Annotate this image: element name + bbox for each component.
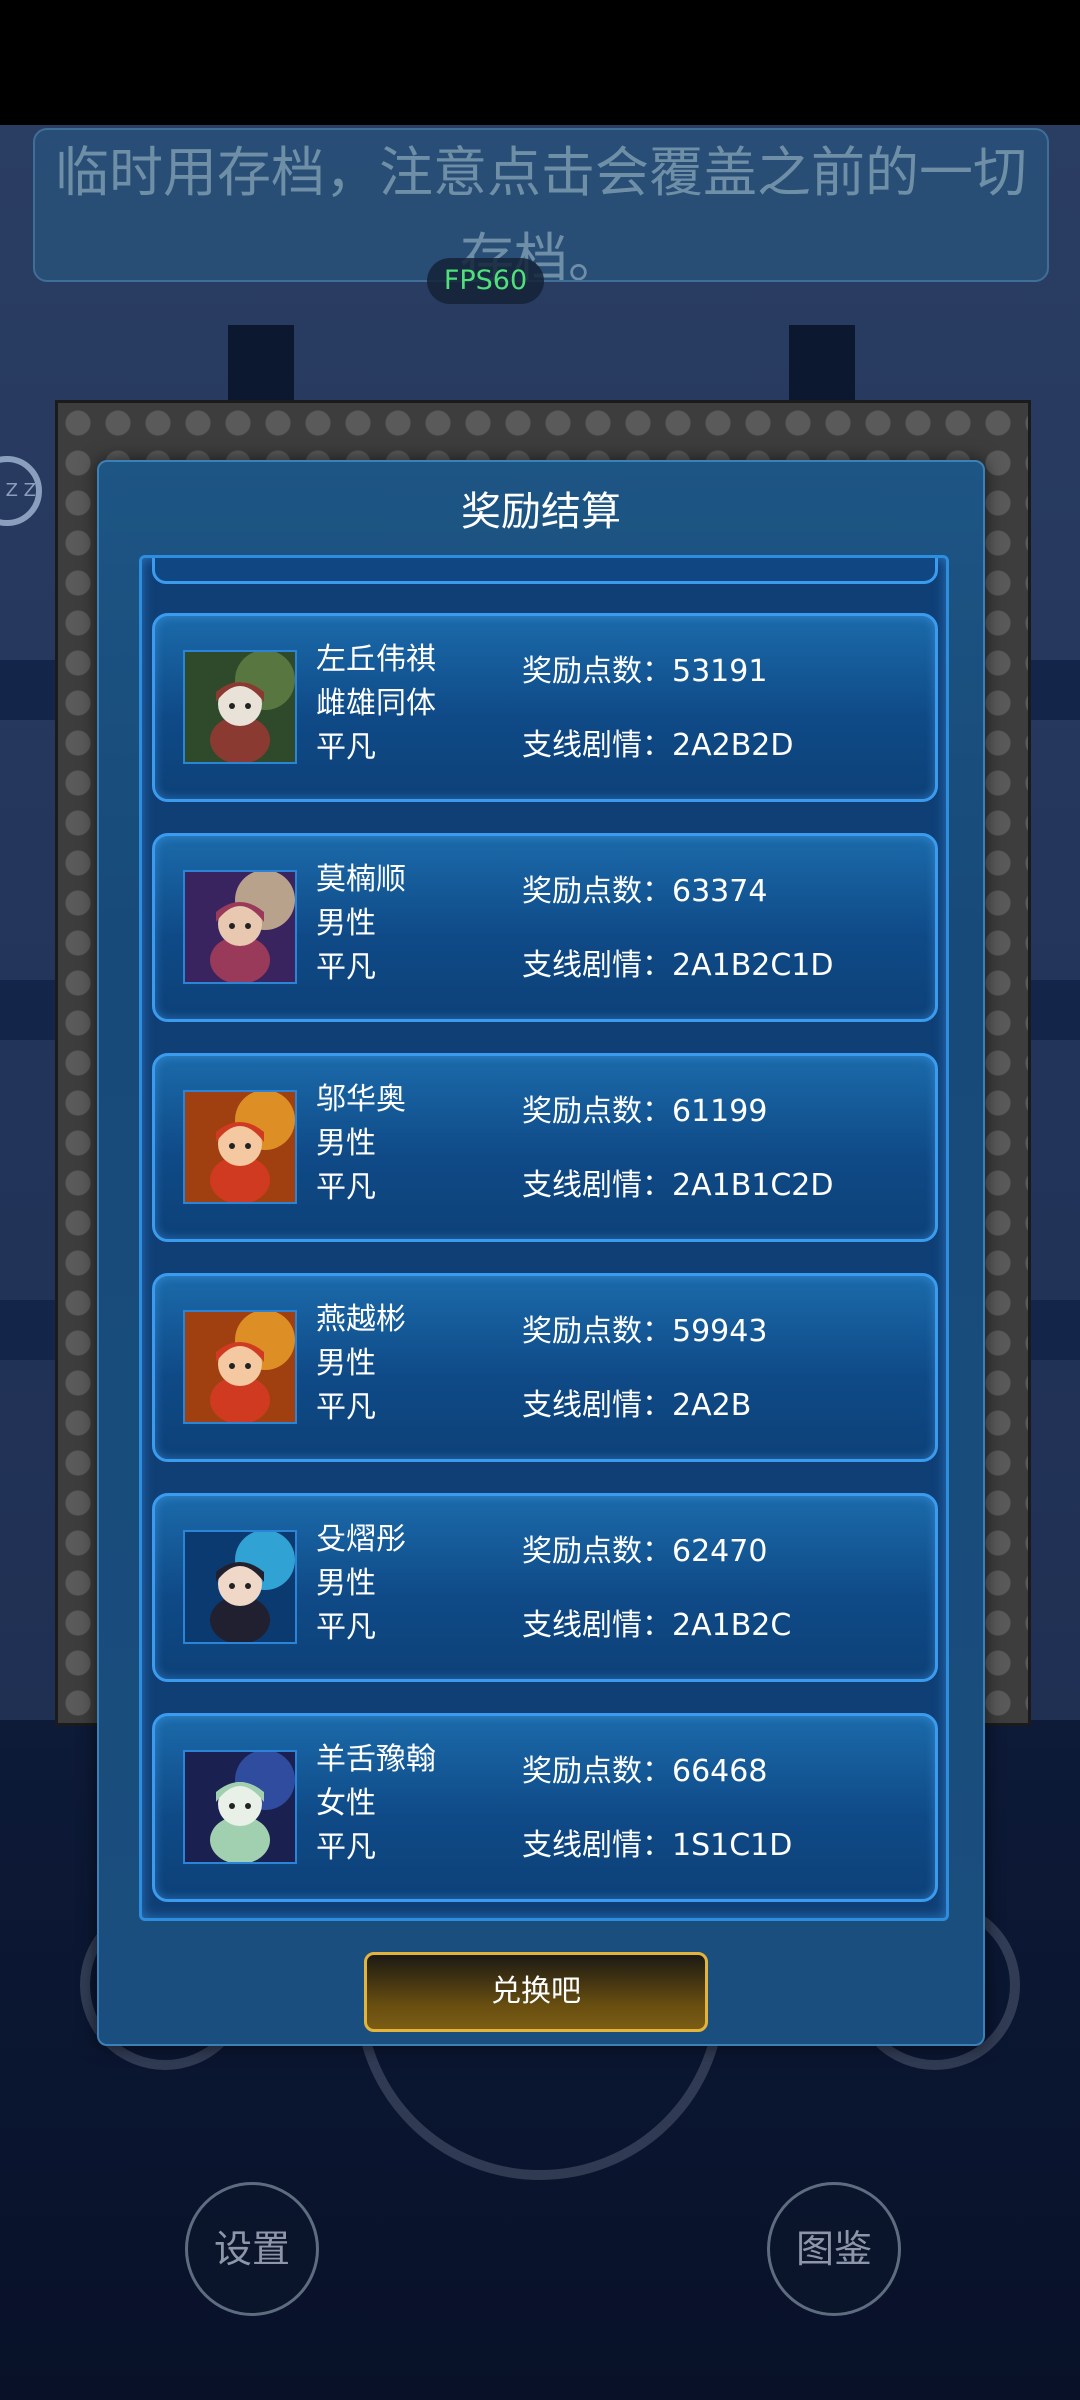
character-rank: 平凡 [316, 1170, 376, 1205]
side-story-value: 2A1B1C2D [672, 1168, 834, 1203]
reward-points-label: 奖励点数： [522, 1314, 672, 1349]
character-portrait [183, 1090, 297, 1204]
side-story-value: 2A1B2C [672, 1608, 792, 1643]
reward-list[interactable]: 左丘伟祺 雌雄同体 平凡 奖励点数：53191 支线剧情：2A2B2D 莫楠顺 男性 平凡 奖励… [139, 555, 949, 1921]
character-name: 羊舌豫翰 [316, 1742, 436, 1777]
reward-points-value: 66468 [672, 1754, 768, 1789]
reward-points-value: 61199 [672, 1094, 768, 1129]
side-story-value: 1S1C1D [672, 1828, 793, 1863]
reward-points-value: 63374 [672, 874, 768, 909]
reward-card[interactable]: 殳熠彤 男性 平凡 奖励点数：62470 支线剧情：2A1B2C [152, 1493, 938, 1682]
character-rank: 平凡 [316, 730, 376, 765]
character-portrait [183, 1750, 297, 1864]
reward-stats: 奖励点数：59943 支线剧情：2A2B [522, 1312, 767, 1460]
character-portrait [183, 870, 297, 984]
side-decoration [0, 1300, 60, 1360]
character-info: 莫楠顺 男性 平凡 [316, 858, 406, 990]
character-portrait [183, 650, 297, 764]
side-story-value: 2A2B [672, 1388, 752, 1423]
status-bar-area [0, 0, 1080, 125]
character-gender: 男性 [316, 1126, 376, 1161]
side-story-label: 支线剧情： [522, 1608, 672, 1643]
character-name: 莫楠顺 [316, 862, 406, 897]
reward-card[interactable]: 燕越彬 男性 平凡 奖励点数：59943 支线剧情：2A2B [152, 1273, 938, 1462]
list-item-partial [152, 558, 938, 584]
side-story-value: 2A1B2C1D [672, 948, 834, 983]
reward-points-label: 奖励点数： [522, 1754, 672, 1789]
character-name: 燕越彬 [316, 1302, 406, 1337]
character-name: 邬华奥 [316, 1082, 406, 1117]
reward-points-label: 奖励点数： [522, 1534, 672, 1569]
gate-pillar-left [228, 325, 294, 403]
side-story-label: 支线剧情： [522, 1388, 672, 1423]
reward-points-row: 奖励点数：62470 [522, 1532, 791, 1606]
character-info: 燕越彬 男性 平凡 [316, 1298, 406, 1430]
character-rank: 平凡 [316, 1390, 376, 1425]
character-gender: 男性 [316, 906, 376, 941]
reward-points-row: 奖励点数：53191 [522, 652, 793, 726]
side-story-row: 支线剧情：2A1B2C [522, 1606, 791, 1680]
reward-points-value: 59943 [672, 1314, 768, 1349]
character-name: 殳熠彤 [316, 1522, 406, 1557]
settings-button[interactable]: 设置 [185, 2182, 319, 2316]
reward-stats: 奖励点数：66468 支线剧情：1S1C1D [522, 1752, 792, 1900]
reward-points-value: 62470 [672, 1534, 768, 1569]
reward-stats: 奖励点数：62470 支线剧情：2A1B2C [522, 1532, 791, 1680]
reward-points-row: 奖励点数：61199 [522, 1092, 834, 1166]
reward-stats: 奖励点数：63374 支线剧情：2A1B2C1D [522, 872, 834, 1020]
character-info: 左丘伟祺雌雄同体平凡 [316, 638, 436, 770]
character-rank: 平凡 [316, 1610, 376, 1645]
side-story-label: 支线剧情： [522, 1828, 672, 1863]
character-info: 邬华奥 男性 平凡 [316, 1078, 406, 1210]
character-portrait [183, 1310, 297, 1424]
character-name: 左丘伟祺 [316, 642, 436, 677]
side-decoration [0, 660, 60, 720]
reward-stats: 奖励点数：53191 支线剧情：2A2B2D [522, 652, 793, 800]
side-story-value: 2A2B2D [672, 728, 794, 763]
side-story-row: 支线剧情：2A1B2C1D [522, 946, 834, 1020]
character-gender: 女性 [316, 1786, 376, 1821]
reward-points-value: 53191 [672, 654, 768, 689]
character-portrait [183, 1530, 297, 1644]
reward-points-label: 奖励点数： [522, 874, 672, 909]
reward-card[interactable]: 邬华奥 男性 平凡 奖励点数：61199 支线剧情：2A1B1C2D [152, 1053, 938, 1242]
reward-stats: 奖励点数：61199 支线剧情：2A1B1C2D [522, 1092, 834, 1240]
reward-card[interactable]: 左丘伟祺 雌雄同体 平凡 奖励点数：53191 支线剧情：2A2B2D [152, 613, 938, 802]
character-gender: 男性 [316, 1346, 376, 1381]
side-story-label: 支线剧情： [522, 728, 672, 763]
dialog-title: 奖励结算 [461, 489, 621, 535]
side-story-label: 支线剧情： [522, 948, 672, 983]
side-story-row: 支线剧情：2A1B1C2D [522, 1166, 834, 1240]
character-info: 羊舌豫翰 女性 平凡 [316, 1738, 436, 1870]
side-story-label: 支线剧情： [522, 1168, 672, 1203]
gate-pillar-right [789, 325, 855, 403]
reward-points-label: 奖励点数： [522, 1094, 672, 1129]
fps-counter: FPS60 [427, 258, 544, 304]
side-story-row: 支线剧情：2A2B [522, 1386, 767, 1460]
reward-settlement-dialog: 奖励结算 左丘伟祺 雌雄同体 平凡 奖励点数：53191 支线剧情：2A2B2D 莫楠顺男… [97, 460, 985, 2046]
reward-points-label: 奖励点数： [522, 654, 672, 689]
character-info: 殳熠彤 男性 平凡 [316, 1518, 406, 1650]
reward-points-row: 奖励点数：63374 [522, 872, 834, 946]
reward-points-row: 奖励点数：59943 [522, 1312, 767, 1386]
gallery-button[interactable]: 图鉴 [767, 2182, 901, 2316]
save-notice-banner[interactable]: 临时用存档，注意点击会覆盖之前的一切存档。 [33, 128, 1049, 282]
character-rank: 平凡 [316, 950, 376, 985]
reward-card[interactable]: 莫楠顺 男性 平凡 奖励点数：63374 支线剧情：2A1B2C1D [152, 833, 938, 1022]
redeem-button[interactable]: 兑换吧 [364, 1952, 708, 2032]
character-rank: 平凡 [316, 1830, 376, 1865]
reward-points-row: 奖励点数：66468 [522, 1752, 792, 1826]
character-gender: 男性 [316, 1566, 376, 1601]
side-decoration [0, 980, 60, 1040]
character-gender: 雌雄同体 [316, 686, 436, 721]
side-story-row: 支线剧情：2A2B2D [522, 726, 793, 800]
reward-card[interactable]: 羊舌豫翰 女性 平凡 奖励点数：66468 支线剧情：1S1C1D [152, 1713, 938, 1902]
side-story-row: 支线剧情：1S1C1D [522, 1826, 792, 1900]
